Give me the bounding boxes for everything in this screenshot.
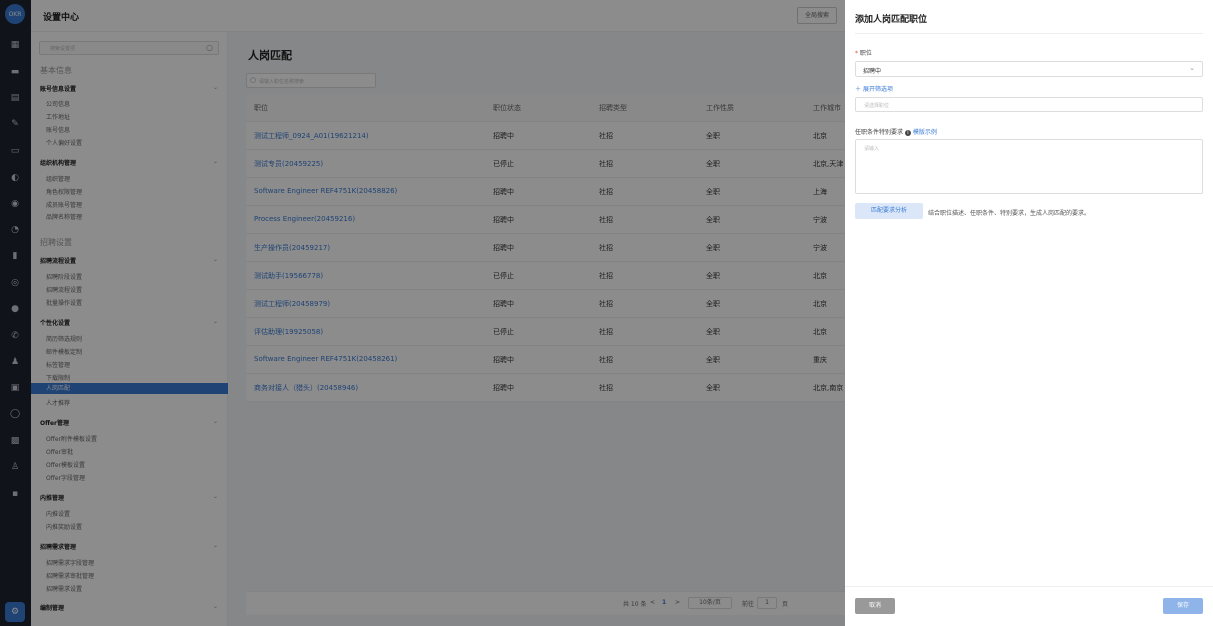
divider	[855, 33, 1203, 34]
drawer-title: 添加人岗匹配职位	[855, 15, 928, 25]
plus-icon: ＋	[855, 86, 862, 93]
info-icon: i	[904, 129, 911, 136]
footer-divider	[845, 586, 1213, 587]
requirement-label: 任职条件特别要求 i 模版示例	[855, 129, 937, 136]
cancel-button[interactable]: 取消	[855, 598, 895, 614]
save-button[interactable]: 保存	[1163, 598, 1203, 614]
position-select-input[interactable]: 请选择职位	[855, 97, 1203, 112]
modal-overlay[interactable]	[0, 0, 845, 626]
template-example-link[interactable]: 模版示例	[913, 129, 937, 136]
position-label: * 职位	[855, 50, 872, 57]
analyze-hint: 结合职位描述、任职条件、特别要求，生成人岗匹配的要求。	[928, 210, 1091, 217]
expand-filter-link[interactable]: ＋ 展开筛选项	[855, 84, 893, 93]
requirement-textarea[interactable]: 请输入	[855, 139, 1203, 194]
analyze-button[interactable]: 匹配要求分析	[855, 203, 923, 219]
position-status-select[interactable]: 招聘中 ⌄	[855, 61, 1203, 77]
chevron-down-icon: ⌄	[1189, 64, 1195, 72]
add-position-drawer: 添加人岗匹配职位 * 职位 招聘中 ⌄ ＋ 展开筛选项 请选择职位 任职条件特别…	[845, 0, 1213, 626]
